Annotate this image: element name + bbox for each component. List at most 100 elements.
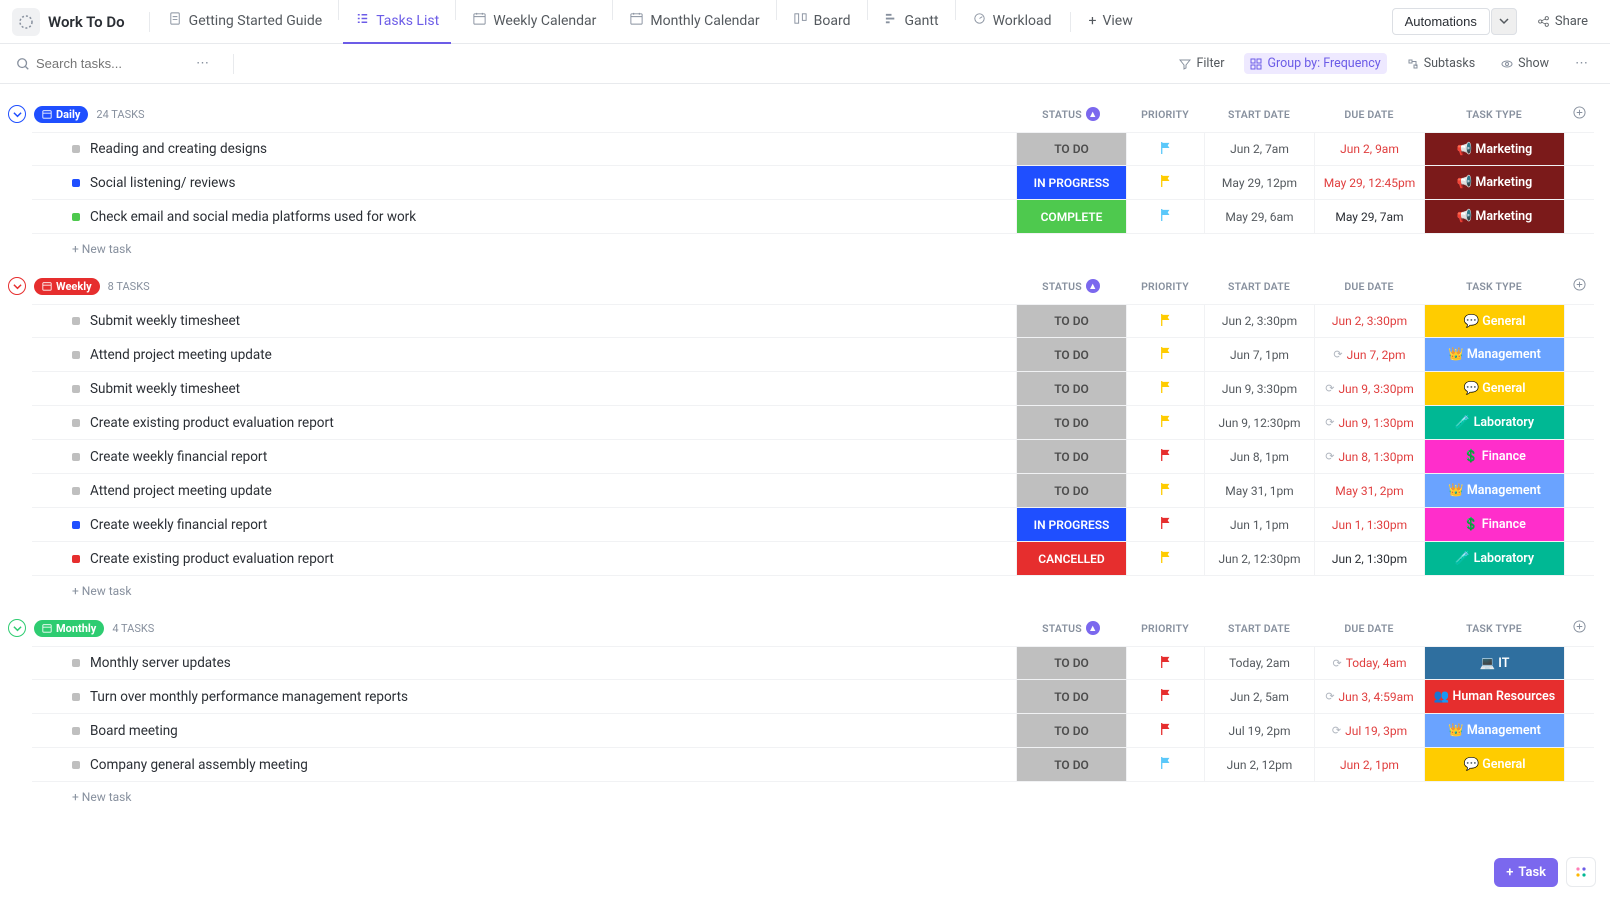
col-start[interactable]: START DATE xyxy=(1204,108,1314,121)
task-name-cell[interactable]: Reading and creating designs xyxy=(32,133,1016,165)
col-type[interactable]: TASK TYPE xyxy=(1424,622,1564,635)
add-column-button[interactable] xyxy=(1564,106,1594,122)
due-date-cell[interactable]: Jun 2, 1pm xyxy=(1314,748,1424,781)
status-cell[interactable]: IN PROGRESS xyxy=(1016,166,1126,199)
group-pill[interactable]: Monthly xyxy=(34,620,104,637)
status-cell[interactable]: COMPLETE xyxy=(1016,200,1126,233)
due-date-cell[interactable]: ⟳ Jun 9, 1:30pm xyxy=(1314,406,1424,439)
workspace-title[interactable]: Work To Do xyxy=(48,13,125,31)
start-date-cell[interactable]: Jun 2, 12:30pm xyxy=(1204,542,1314,575)
task-row[interactable]: Create existing product evaluation repor… xyxy=(32,406,1594,440)
task-name-cell[interactable]: Create existing product evaluation repor… xyxy=(32,406,1016,439)
due-date-cell[interactable]: Jun 2, 1:30pm xyxy=(1314,542,1424,575)
start-date-cell[interactable]: Jun 7, 1pm xyxy=(1204,338,1314,371)
task-row[interactable]: Submit weekly timesheet TO DO Jun 9, 3:3… xyxy=(32,372,1594,406)
task-name-cell[interactable]: Board meeting xyxy=(32,714,1016,747)
due-date-cell[interactable]: May 29, 7am xyxy=(1314,200,1424,233)
status-cell[interactable]: TO DO xyxy=(1016,338,1126,371)
col-start[interactable]: START DATE xyxy=(1204,622,1314,635)
task-type-cell[interactable]: 💻 IT xyxy=(1424,647,1564,679)
task-row[interactable]: Reading and creating designs TO DO Jun 2… xyxy=(32,132,1594,166)
priority-cell[interactable] xyxy=(1126,305,1204,337)
col-priority[interactable]: PRIORITY xyxy=(1126,622,1204,635)
tab-monthly-calendar[interactable]: Monthly Calendar xyxy=(617,0,771,44)
col-due[interactable]: DUE DATE xyxy=(1314,622,1424,635)
priority-cell[interactable] xyxy=(1126,508,1204,541)
priority-cell[interactable] xyxy=(1126,714,1204,747)
start-date-cell[interactable]: Jun 2, 5am xyxy=(1204,680,1314,713)
col-priority[interactable]: PRIORITY xyxy=(1126,280,1204,293)
task-name-cell[interactable]: Submit weekly timesheet xyxy=(32,372,1016,405)
task-type-cell[interactable]: 👑 Management xyxy=(1424,714,1564,747)
task-type-cell[interactable]: 👥 Human Resources xyxy=(1424,680,1564,713)
priority-cell[interactable] xyxy=(1126,680,1204,713)
start-date-cell[interactable]: May 29, 6am xyxy=(1204,200,1314,233)
status-cell[interactable]: TO DO xyxy=(1016,748,1126,781)
tab-getting-started-guide[interactable]: Getting Started Guide xyxy=(156,0,335,44)
task-row[interactable]: Attend project meeting update TO DO May … xyxy=(32,474,1594,508)
start-date-cell[interactable]: Jun 2, 12pm xyxy=(1204,748,1314,781)
group-pill[interactable]: Daily xyxy=(34,106,88,123)
filter-button[interactable]: Filter xyxy=(1173,53,1230,74)
due-date-cell[interactable]: Jun 2, 3:30pm xyxy=(1314,305,1424,337)
start-date-cell[interactable]: Jun 1, 1pm xyxy=(1204,508,1314,541)
due-date-cell[interactable]: ⟳ Jun 8, 1:30pm xyxy=(1314,440,1424,473)
due-date-cell[interactable]: ⟳ Today, 4am xyxy=(1314,647,1424,679)
task-type-cell[interactable]: 👑 Management xyxy=(1424,474,1564,507)
task-name-cell[interactable]: Check email and social media platforms u… xyxy=(32,200,1016,233)
task-row[interactable]: Social listening/ reviews IN PROGRESS Ma… xyxy=(32,166,1594,200)
status-cell[interactable]: TO DO xyxy=(1016,680,1126,713)
priority-cell[interactable] xyxy=(1126,748,1204,781)
start-date-cell[interactable]: Today, 2am xyxy=(1204,647,1314,679)
task-row[interactable]: Attend project meeting update TO DO Jun … xyxy=(32,338,1594,372)
task-type-cell[interactable]: 🧪 Laboratory xyxy=(1424,542,1564,575)
task-type-cell[interactable]: 🧪 Laboratory xyxy=(1424,406,1564,439)
new-task-button[interactable]: + New task xyxy=(32,234,1594,256)
collapse-toggle[interactable] xyxy=(8,277,26,295)
priority-cell[interactable] xyxy=(1126,647,1204,679)
priority-cell[interactable] xyxy=(1126,166,1204,199)
task-row[interactable]: Company general assembly meeting TO DO J… xyxy=(32,748,1594,782)
task-name-cell[interactable]: Attend project meeting update xyxy=(32,338,1016,371)
priority-cell[interactable] xyxy=(1126,372,1204,405)
status-cell[interactable]: TO DO xyxy=(1016,440,1126,473)
task-type-cell[interactable]: 💲 Finance xyxy=(1424,440,1564,473)
task-row[interactable]: Create weekly financial report IN PROGRE… xyxy=(32,508,1594,542)
start-date-cell[interactable]: May 31, 1pm xyxy=(1204,474,1314,507)
priority-cell[interactable] xyxy=(1126,440,1204,473)
task-type-cell[interactable]: 💬 General xyxy=(1424,372,1564,405)
due-date-cell[interactable]: ⟳ Jun 7, 2pm xyxy=(1314,338,1424,371)
search-more-icon[interactable]: ⋯ xyxy=(190,56,215,71)
apps-fab[interactable] xyxy=(1566,857,1596,887)
tab-tasks-list[interactable]: Tasks List xyxy=(343,0,451,44)
task-name-cell[interactable]: Attend project meeting update xyxy=(32,474,1016,507)
automations-button[interactable]: Automations xyxy=(1392,8,1490,35)
collapse-toggle[interactable] xyxy=(8,105,26,123)
tab-board[interactable]: Board xyxy=(781,0,863,44)
priority-cell[interactable] xyxy=(1126,406,1204,439)
group-pill[interactable]: Weekly xyxy=(34,278,100,295)
search-input[interactable] xyxy=(36,56,176,71)
due-date-cell[interactable]: May 31, 2pm xyxy=(1314,474,1424,507)
task-name-cell[interactable]: Create existing product evaluation repor… xyxy=(32,542,1016,575)
add-view-button[interactable]: + View xyxy=(1077,0,1145,44)
task-type-cell[interactable]: 📢 Marketing xyxy=(1424,200,1564,233)
task-row[interactable]: Create existing product evaluation repor… xyxy=(32,542,1594,576)
tab-weekly-calendar[interactable]: Weekly Calendar xyxy=(460,0,608,44)
task-row[interactable]: Submit weekly timesheet TO DO Jun 2, 3:3… xyxy=(32,304,1594,338)
status-cell[interactable]: TO DO xyxy=(1016,305,1126,337)
status-cell[interactable]: TO DO xyxy=(1016,133,1126,165)
col-due[interactable]: DUE DATE xyxy=(1314,280,1424,293)
search-wrap[interactable] xyxy=(16,56,176,71)
task-name-cell[interactable]: Create weekly financial report xyxy=(32,508,1016,541)
col-type[interactable]: TASK TYPE xyxy=(1424,108,1564,121)
col-priority[interactable]: PRIORITY xyxy=(1126,108,1204,121)
start-date-cell[interactable]: Jun 9, 3:30pm xyxy=(1204,372,1314,405)
task-name-cell[interactable]: Submit weekly timesheet xyxy=(32,305,1016,337)
status-cell[interactable]: TO DO xyxy=(1016,474,1126,507)
col-status[interactable]: STATUS ▲ xyxy=(1016,621,1126,635)
start-date-cell[interactable]: Jun 8, 1pm xyxy=(1204,440,1314,473)
due-date-cell[interactable]: ⟳ Jun 3, 4:59am xyxy=(1314,680,1424,713)
priority-cell[interactable] xyxy=(1126,133,1204,165)
task-name-cell[interactable]: Create weekly financial report xyxy=(32,440,1016,473)
